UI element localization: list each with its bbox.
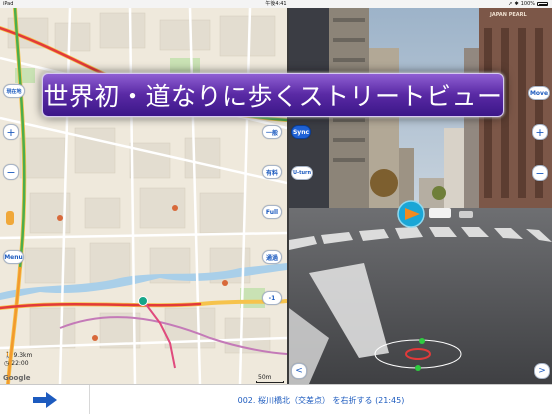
banner-text: 世界初・道なりに歩くストリートビュー: [43, 82, 503, 111]
current-location-button[interactable]: 現在地: [3, 84, 25, 98]
clock: 午後4:41: [265, 1, 287, 7]
map-canvas: [0, 8, 287, 384]
app-screen: iPad 午後4:41 ➚ ✱ 100% 現在地 + − Menu 一般 有料 …: [0, 0, 552, 414]
menu-button[interactable]: Menu: [3, 250, 24, 264]
status-right: ➚ ✱ 100%: [508, 0, 548, 8]
full-button[interactable]: Full: [262, 205, 282, 219]
pass-through-button[interactable]: 通過: [262, 250, 282, 264]
toll-road-button[interactable]: 有料: [262, 165, 282, 179]
walker-icon: 🚶: [4, 352, 12, 359]
street-view[interactable]: JAPAN PEARL Sync U-turn Move + − < >: [289, 8, 552, 384]
bluetooth-icon: ✱: [514, 1, 519, 7]
uturn-button[interactable]: U-turn: [291, 166, 313, 180]
street-zoom-in-button[interactable]: +: [532, 124, 548, 140]
pedestrian-icon: [6, 211, 14, 225]
minus-one-button[interactable]: -1: [262, 291, 282, 305]
next-step-button[interactable]: >: [534, 363, 550, 379]
clock-icon: ◷: [4, 360, 10, 367]
battery-percent: 100%: [520, 1, 535, 7]
google-logo: Google: [3, 374, 31, 382]
building-sign: JAPAN PEARL: [490, 12, 527, 18]
map-view[interactable]: 現在地 + − Menu 一般 有料 Full 通過 -1: [0, 8, 287, 384]
panel-divider[interactable]: [287, 8, 289, 384]
street-view-canvas: [289, 8, 552, 384]
bottom-bar: 002. 桜川橋北（交差点） を右折する (21:45): [0, 384, 552, 414]
map-zoom-out-button[interactable]: −: [3, 164, 19, 180]
street-zoom-out-button[interactable]: −: [532, 165, 548, 181]
status-bar: iPad 午後4:41 ➚ ✱ 100%: [0, 0, 552, 8]
battery-icon: [537, 2, 548, 6]
direction-button[interactable]: [0, 385, 90, 414]
route-distance: 9.3km: [13, 352, 33, 359]
turn-instruction[interactable]: 002. 桜川橋北（交差点） を右折する (21:45): [90, 385, 552, 414]
prev-step-button[interactable]: <: [291, 363, 307, 379]
map-scale-label: 50m: [258, 374, 272, 381]
map-scale-bar: [256, 381, 284, 383]
promo-banner: 世界初・道なりに歩くストリートビュー: [42, 73, 504, 117]
right-arrow-icon: [32, 392, 57, 408]
sync-button[interactable]: Sync: [291, 125, 311, 139]
move-button[interactable]: Move: [528, 86, 550, 100]
general-road-button[interactable]: 一般: [262, 125, 282, 139]
map-zoom-in-button[interactable]: +: [3, 124, 19, 140]
route-time: 22:00: [11, 360, 29, 367]
route-summary: 🚶 9.3km ◷ 22:00: [4, 352, 32, 368]
location-icon: ➚: [508, 1, 513, 7]
